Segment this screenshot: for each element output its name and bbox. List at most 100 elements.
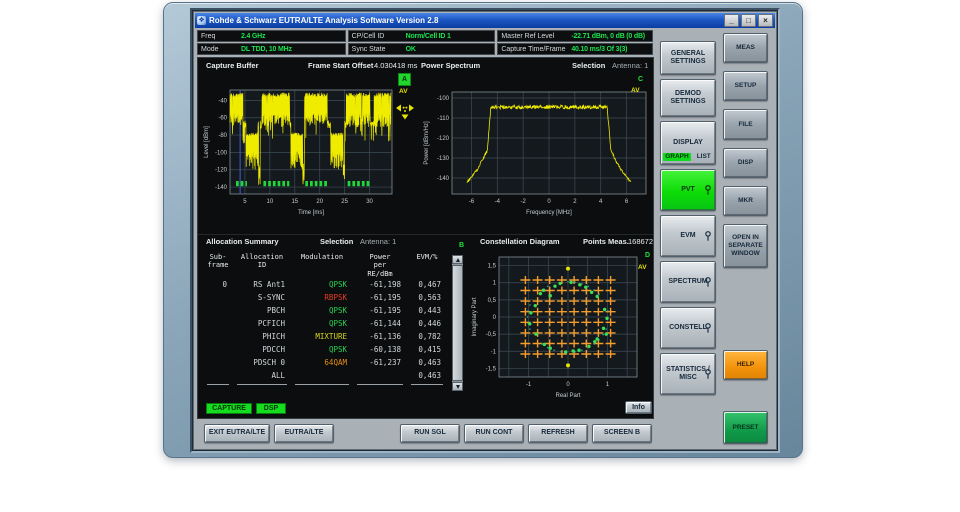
- svg-text:-100: -100: [437, 96, 450, 102]
- allocation-id-cell: ALL: [271, 370, 285, 380]
- display-mode-graph[interactable]: GRAPH: [663, 153, 691, 161]
- triangle-up-icon: [455, 257, 460, 262]
- svg-text:-1: -1: [491, 349, 497, 355]
- status-label: Capture Time/Frame: [501, 45, 566, 53]
- scrollbar-thumb[interactable]: [452, 265, 463, 381]
- button-label: EUTRA/LTE: [284, 429, 324, 437]
- power-cell: -61,136: [369, 331, 401, 341]
- table-row[interactable]: PCFICH QPSK -61,144 0,446: [203, 317, 449, 330]
- softkey-constell[interactable]: CONSTELL: [660, 307, 716, 349]
- screen-d-badge[interactable]: D: [645, 250, 650, 261]
- window-controls: _ □ ×: [724, 14, 773, 27]
- constellation-chart: 1,5 1 0,5 0 -0,5 -1 -1,5 -1 0 1 Real Part Imaginary…: [472, 256, 638, 399]
- softkey-statistics-misc[interactable]: STATISTICS / MISC: [660, 353, 716, 395]
- svg-text:-0,5: -0,5: [486, 332, 497, 338]
- softkey-spectrum[interactable]: SPECTRUM: [660, 261, 716, 303]
- svg-text:Frequency [MHz]: Frequency [MHz]: [526, 210, 572, 216]
- button-label: RUN SGL: [414, 429, 446, 437]
- softkey-label: DEMOD SETTINGS: [670, 89, 706, 105]
- table-row[interactable]: 0 RS Ant1 QPSK -61,198 0,467: [203, 278, 449, 291]
- allocation-id-cell: PBCH: [266, 305, 285, 315]
- screen-b-badge[interactable]: B: [459, 240, 464, 251]
- status-field-sync-state: Sync State OK: [347, 43, 496, 55]
- softkey-demod-settings[interactable]: DEMOD SETTINGS: [660, 79, 716, 117]
- allocation-id-cell: S-SYNC: [257, 292, 285, 302]
- table-row[interactable]: ALL 0,463: [203, 369, 449, 382]
- table-row[interactable]: PDCCH QPSK -60,138 0,415: [203, 343, 449, 356]
- softkey-pvt[interactable]: PVT: [660, 169, 716, 211]
- scroll-down-button[interactable]: [452, 382, 463, 391]
- modulation-cell: 64QAM: [324, 357, 347, 367]
- status-label: Freq: [201, 32, 216, 40]
- hardkey-label: MKR: [738, 197, 753, 205]
- svg-text:Power [dBm/Hz]: Power [dBm/Hz]: [424, 121, 430, 165]
- svg-text:-6: -6: [469, 199, 475, 205]
- softkey-label: DISPLAY: [673, 138, 703, 146]
- svg-text:6: 6: [625, 199, 629, 205]
- button-screen-b[interactable]: SCREEN B: [592, 424, 652, 443]
- allocation-table: Sub- frame Allocation ID Modulation Power p…: [203, 251, 449, 385]
- evm-cell: 0,463: [418, 370, 441, 380]
- softkey-evm[interactable]: EVM: [660, 215, 716, 257]
- status-info-bar: Freq 2.4 GHz CP/Cell ID Norm/Cell ID 1 Maste…: [197, 30, 653, 56]
- evm-cell: 0,782: [418, 331, 441, 341]
- status-value: -22.71 dBm, 0 dB (0 dB): [571, 32, 645, 40]
- hardkey-label: OPEN IN SEPARATE WINDOW: [728, 234, 763, 257]
- table-row[interactable]: PHICH MIXTURE -61,136 0,782: [203, 330, 449, 343]
- hardkey-meas[interactable]: MEAS: [723, 33, 768, 63]
- close-button[interactable]: ×: [758, 14, 773, 27]
- capture-buffer-title: Capture Buffer: [206, 61, 259, 70]
- svg-text:-4: -4: [495, 199, 501, 205]
- scroll-up-button[interactable]: [452, 255, 463, 264]
- button-eutra-lte[interactable]: EUTRA/LTE: [274, 424, 334, 443]
- allocation-summary-title: Allocation Summary: [206, 237, 279, 246]
- hardkey-disp[interactable]: DISP: [723, 148, 768, 178]
- power-cell: -61,195: [369, 292, 401, 302]
- hardkey-help[interactable]: HELP: [723, 350, 768, 380]
- power-cell: -61,237: [369, 357, 401, 367]
- hardkey-mkr[interactable]: MKR: [723, 186, 768, 216]
- constellation-title: Constellation Diagram: [480, 237, 560, 246]
- softkey-label: PVT: [681, 185, 695, 193]
- screen-pin-icon: [705, 277, 711, 287]
- display-mode-list[interactable]: LIST: [695, 153, 713, 161]
- hardkey-label: MEAS: [736, 44, 755, 52]
- hardkey-setup[interactable]: SETUP: [723, 71, 768, 101]
- svg-text:-140: -140: [215, 185, 228, 191]
- softkey-general-settings[interactable]: GENERAL SETTINGS: [660, 41, 716, 75]
- svg-text:-120: -120: [215, 168, 228, 174]
- modulation-cell: RBPSK: [324, 292, 347, 302]
- softkey-display[interactable]: DISPLAY GRAPH LIST: [660, 121, 716, 165]
- minimize-button[interactable]: _: [724, 14, 739, 27]
- button-exit-eutra-lte[interactable]: EXIT EUTRA/LTE: [204, 424, 270, 443]
- allocation-id-cell: PCFICH: [257, 318, 285, 328]
- allocation-table-scrollbar[interactable]: [452, 255, 463, 391]
- table-row[interactable]: S-SYNC RBPSK -61,195 0,563: [203, 291, 449, 304]
- power-cell: -60,138: [369, 344, 401, 354]
- maximize-button[interactable]: □: [741, 14, 756, 27]
- window-titlebar: ❖ Rohde & Schwarz EUTRA/LTE Analysis Sof…: [195, 13, 775, 28]
- subframe-cell: 0: [222, 279, 227, 289]
- main-display: Capture Buffer Frame Start Offset 4.0304…: [197, 57, 654, 419]
- table-row[interactable]: PBCH QPSK -61,195 0,443: [203, 304, 449, 317]
- button-label: RUN CONT: [475, 429, 513, 437]
- triangle-down-icon: [455, 384, 460, 389]
- button-run-cont[interactable]: RUN CONT: [464, 424, 524, 443]
- hardkey-open-in-separate-window[interactable]: OPEN IN SEPARATE WINDOW: [723, 224, 768, 268]
- power-spectrum-title: Power Spectrum: [421, 61, 481, 70]
- spectrum-selection-value: Antenna: 1: [612, 61, 649, 70]
- screen-a-badge[interactable]: A: [398, 73, 411, 86]
- column-header-sub-frame: Sub- frame: [207, 253, 229, 270]
- frame-start-offset-label: Frame Start Offset: [308, 61, 374, 70]
- display-mode-toggles: GRAPH LIST: [663, 153, 713, 161]
- svg-text:-140: -140: [437, 176, 450, 182]
- screen-c-badge[interactable]: C: [638, 74, 643, 85]
- info-button[interactable]: Info: [625, 401, 652, 414]
- hardkey-preset[interactable]: PRESET: [723, 411, 768, 444]
- allocation-id-cell: PDSCH 0: [253, 357, 285, 367]
- button-refresh[interactable]: REFRESH: [528, 424, 588, 443]
- power-spectrum-chart: -6 -4 -2 0 2 4 6 -100 -110 -120 -130 -140 Frequency …: [424, 91, 647, 216]
- button-run-sgl[interactable]: RUN SGL: [400, 424, 460, 443]
- table-row[interactable]: PDSCH 0 64QAM -61,237 0,463: [203, 356, 449, 369]
- hardkey-file[interactable]: FILE: [723, 109, 768, 140]
